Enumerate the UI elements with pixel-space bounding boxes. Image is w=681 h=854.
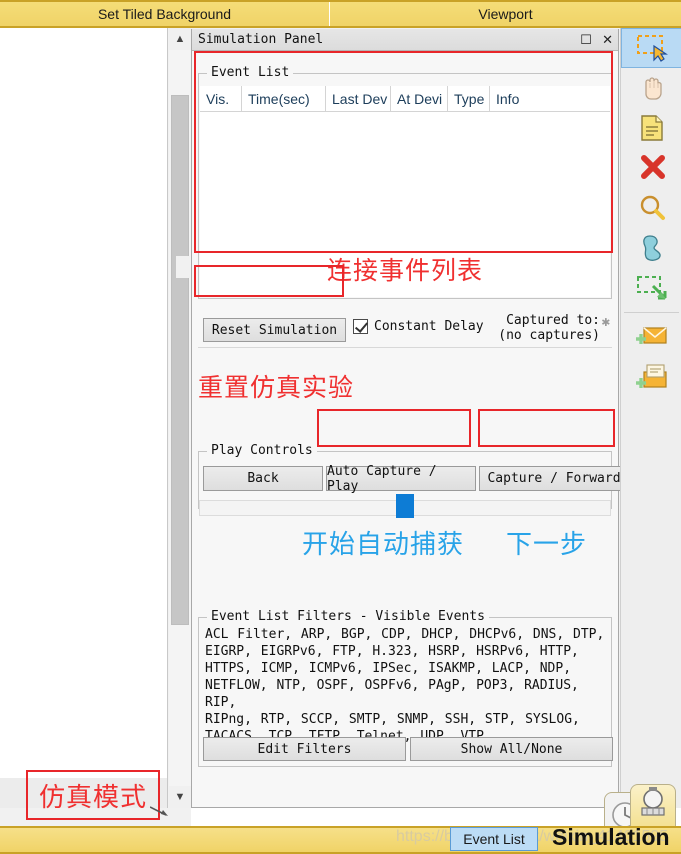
magnifier-icon <box>640 195 665 220</box>
draw-shape-tool[interactable] <box>621 228 681 268</box>
event-list-filters-legend: Event List Filters - Visible Events <box>207 609 489 624</box>
simulation-panel-title: Simulation Panel <box>198 32 324 47</box>
select-tool[interactable] <box>621 28 681 68</box>
delete-tool[interactable] <box>621 148 681 188</box>
simulation-panel-titlebar[interactable]: Simulation Panel ☐ ✕ <box>192 29 618 51</box>
event-list-tab-label: Event List <box>463 831 525 847</box>
note-icon <box>640 115 663 141</box>
network-workspace-canvas[interactable] <box>0 28 168 808</box>
add-simple-pdu-tool[interactable] <box>621 317 681 357</box>
auto-capture-play-label: Auto Capture / Play <box>327 463 437 494</box>
visible-events-text: ACL Filter, ARP, BGP, CDP, DHCP, DHCPv6,… <box>205 627 605 744</box>
annotation-auto-capture-cn: 开始自动捕获 <box>302 530 465 560</box>
toolbar-divider <box>623 312 679 313</box>
tools-toolbar <box>620 28 681 808</box>
annotation-simulation-mode-text: 仿真模式 <box>38 782 147 813</box>
panel-separator <box>198 347 612 348</box>
restore-icon[interactable]: ☐ <box>580 34 593 47</box>
column-header-at-device[interactable]: At Devi <box>391 86 448 111</box>
envelope-letter-plus-icon <box>635 364 667 388</box>
back-button[interactable]: Back <box>203 466 323 491</box>
capture-forward-label: Capture / Forward <box>487 471 621 486</box>
constant-delay-label: Constant Delay <box>374 319 484 334</box>
captured-to-value: (no captures) <box>498 328 600 343</box>
reset-simulation-row: Reset Simulation Constant Delay Captured… <box>198 313 612 347</box>
capture-forward-button[interactable]: Capture / Forward <box>479 466 629 491</box>
place-note-tool[interactable] <box>621 108 681 148</box>
constant-delay-checkbox[interactable]: Constant Delay <box>353 319 484 334</box>
event-list-filters-group: Event List Filters - Visible Events ACL … <box>198 609 613 767</box>
viewport-button[interactable]: Viewport <box>330 2 681 26</box>
checkbox-icon[interactable] <box>353 319 368 334</box>
event-list-tab-button[interactable]: Event List <box>450 827 538 851</box>
top-menu-bar: Set Tiled Background Viewport <box>0 0 681 28</box>
scroll-down-arrow-icon[interactable]: ▼ <box>169 786 191 808</box>
add-complex-pdu-tool[interactable] <box>621 357 681 397</box>
annotation-event-list-cn: 连接事件列表 <box>327 256 484 285</box>
simulation-panel: Simulation Panel ☐ ✕ Event List Vis. Tim… <box>191 29 629 808</box>
close-icon[interactable]: ✕ <box>602 34 613 47</box>
inspect-tool[interactable] <box>621 188 681 228</box>
column-header-vis[interactable]: Vis. <box>200 86 242 111</box>
simulation-mode-label: Simulation <box>552 824 670 850</box>
envelope-plus-icon <box>635 327 667 344</box>
scroll-up-arrow-icon[interactable]: ▲ <box>169 28 191 50</box>
app-root: Set Tiled Background Viewport 仿真模式 ▲ ▼ S… <box>0 0 681 854</box>
select-icon <box>636 35 668 62</box>
column-header-last-device[interactable]: Last Dev <box>326 86 391 111</box>
set-tiled-background-button[interactable]: Set Tiled Background <box>0 2 330 26</box>
set-tiled-background-label: Set Tiled Background <box>97 6 232 22</box>
edit-filters-label: Edit Filters <box>257 741 352 757</box>
show-all-none-label: Show All/None <box>460 741 563 757</box>
slider-thumb[interactable] <box>396 494 414 518</box>
back-label: Back <box>247 471 279 486</box>
event-list-legend: Event List <box>207 65 294 80</box>
delete-x-icon <box>640 155 665 179</box>
reset-simulation-button[interactable]: Reset Simulation <box>203 318 346 342</box>
play-speed-slider[interactable] <box>198 494 612 518</box>
column-header-type[interactable]: Type <box>448 86 490 111</box>
captured-to-label: Captured to: <box>506 313 600 328</box>
resize-shape-tool[interactable] <box>621 268 681 308</box>
annotation-next-step-cn: 下一步 <box>506 530 588 560</box>
resize-shape-icon <box>636 276 666 300</box>
annotation-simulation-mode: 仿真模式 <box>26 770 160 820</box>
hand-icon <box>644 77 662 100</box>
reset-simulation-label: Reset Simulation <box>211 322 338 338</box>
scrollbar-thumb[interactable] <box>171 95 190 625</box>
captured-to-block: Captured to: (no captures) ✱ <box>498 313 610 343</box>
auto-capture-play-button[interactable]: Auto Capture / Play <box>326 463 476 494</box>
stopwatch-device-icon <box>641 787 665 816</box>
annotation-reset-cn: 重置仿真实验 <box>198 373 355 402</box>
column-header-time[interactable]: Time(sec) <box>242 86 326 111</box>
workspace-vertical-scrollbar[interactable]: ▲ ▼ <box>169 28 191 808</box>
scrollbar-track[interactable] <box>169 50 191 786</box>
simulation-panel-body: Event List Vis. Time(sec) Last Dev At De… <box>192 51 629 807</box>
viewport-label: Viewport <box>478 6 533 22</box>
annotation-arrow-icon <box>150 806 168 816</box>
column-header-info[interactable]: Info <box>490 86 610 111</box>
event-list-header-row: Vis. Time(sec) Last Dev At Devi Type Inf… <box>200 86 610 112</box>
scrollbar-grip <box>176 256 190 278</box>
pan-tool[interactable] <box>621 68 681 108</box>
edit-filters-button[interactable]: Edit Filters <box>203 737 406 761</box>
play-controls-legend: Play Controls <box>207 443 317 458</box>
blob-shape-icon <box>642 235 661 261</box>
capture-asterisk-icon[interactable]: ✱ <box>602 315 610 330</box>
show-all-none-button[interactable]: Show All/None <box>410 737 613 761</box>
